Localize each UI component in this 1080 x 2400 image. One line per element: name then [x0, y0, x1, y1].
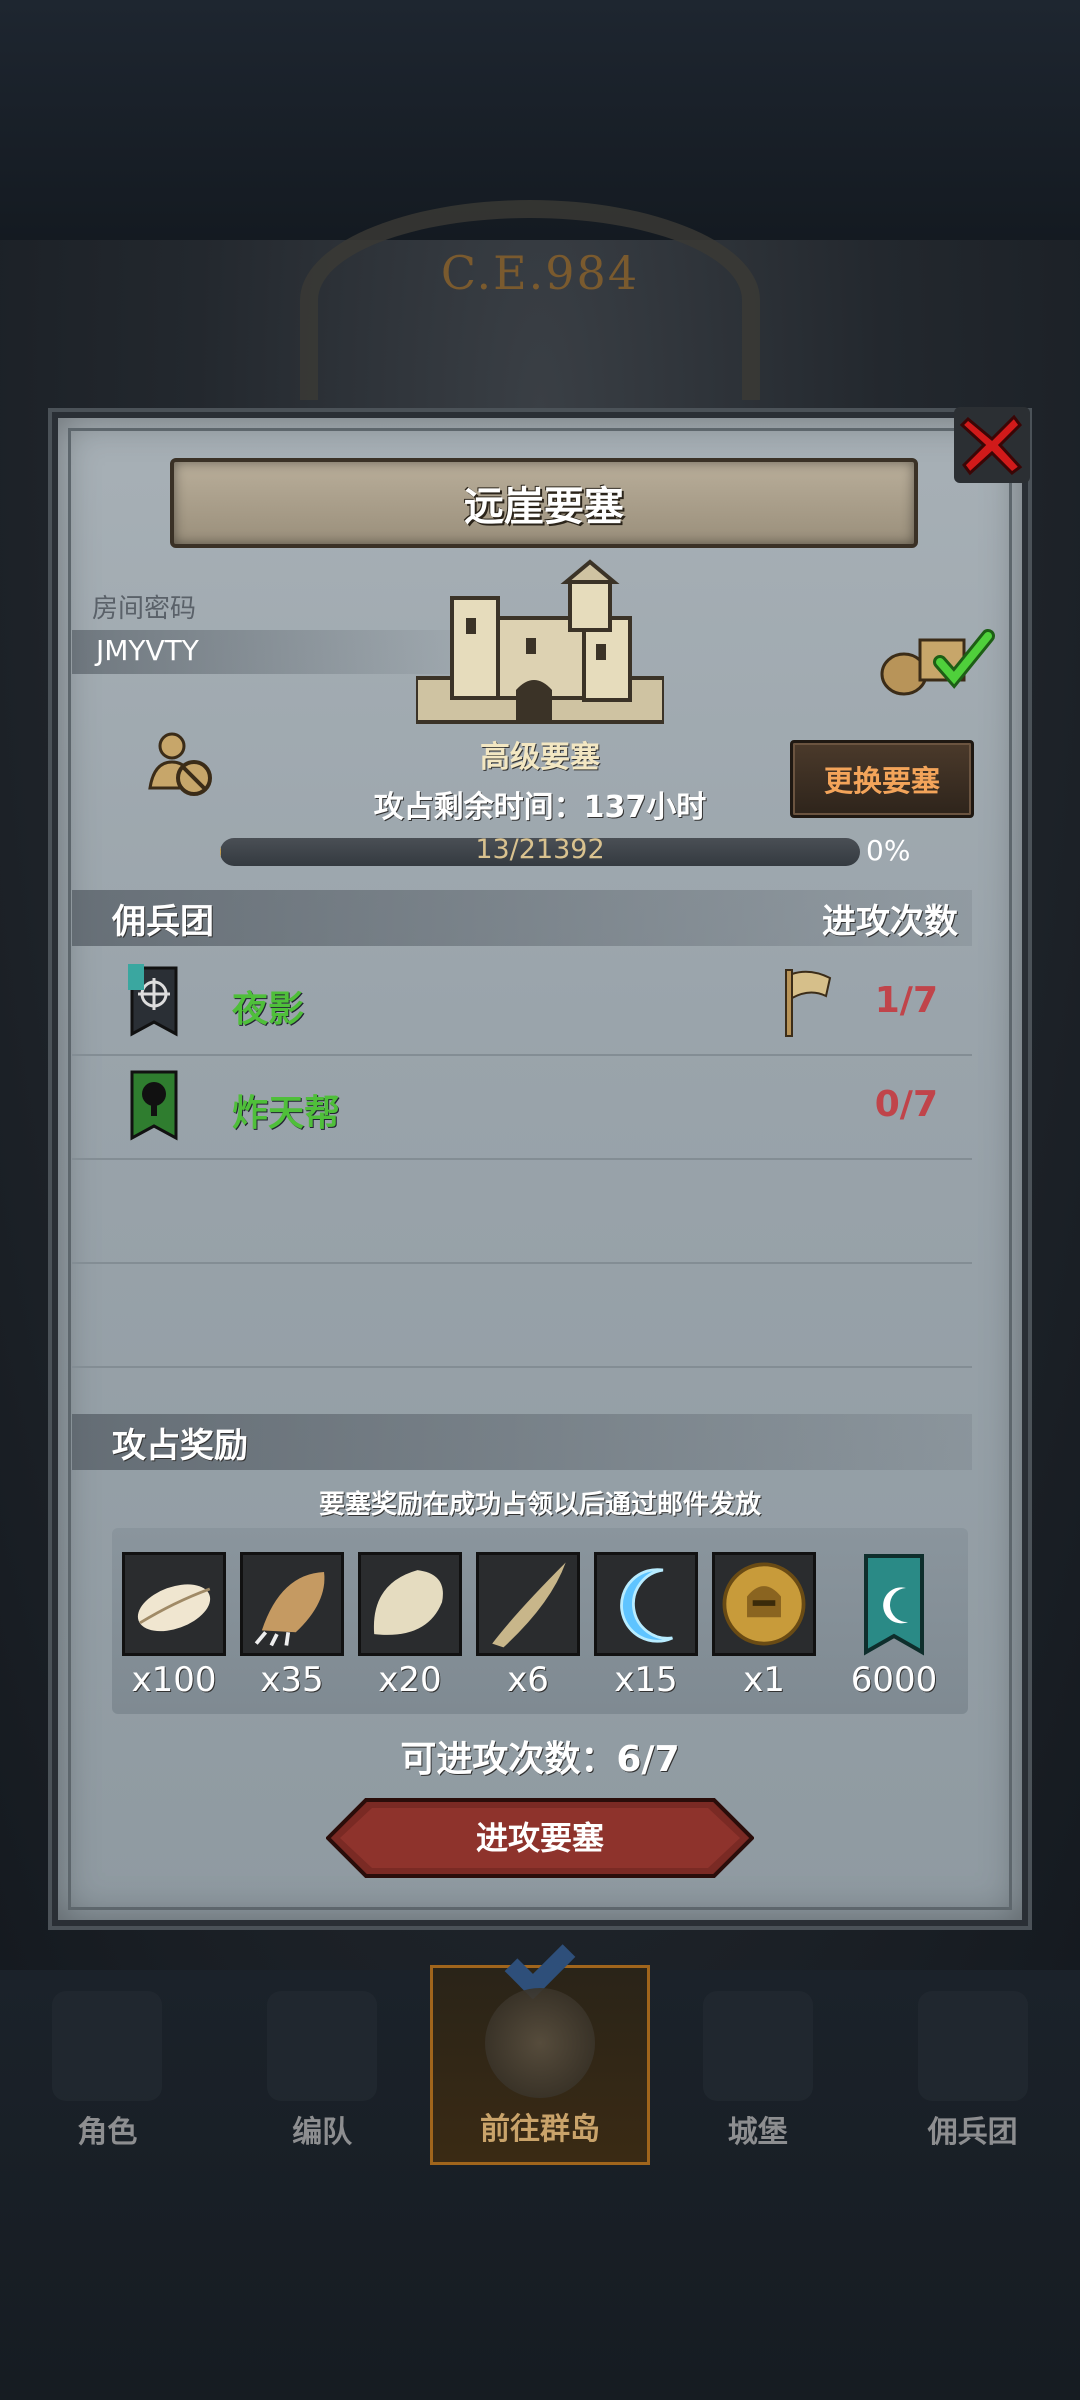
room-code: JMYVTY: [96, 634, 199, 667]
castle-icon: [702, 1991, 813, 2101]
remaining-attempts: 可进攻次数：6/7: [400, 1739, 680, 1780]
compass-banner-icon: [128, 964, 178, 1037]
blue-crescent-icon: [620, 1568, 673, 1643]
nav-label: 城堡: [727, 2115, 788, 2150]
reward-item[interactable]: x35: [238, 1552, 346, 1700]
room-password-label: 房间密码: [92, 594, 197, 624]
mercenary-name: 夜影: [232, 989, 305, 1030]
knight-icon: [52, 1991, 163, 2101]
close-button[interactable]: [952, 405, 1032, 485]
nav-item-castle[interactable]: 城堡: [650, 1965, 865, 2165]
reward-item[interactable]: 6000: [840, 1552, 948, 1700]
nav-item-islands[interactable]: 前往群岛: [429, 1928, 651, 2165]
claw-icon: [254, 1571, 325, 1647]
reward-item[interactable]: x20: [356, 1552, 464, 1700]
fortress-castle-icon: [416, 559, 664, 724]
attack-count: 0/7: [874, 1084, 938, 1125]
reward-qty: x6: [507, 1660, 549, 1700]
empty-mercenary-row: [72, 1158, 972, 1264]
reward-qty: x1: [743, 1660, 785, 1700]
feather-icon: [137, 1584, 211, 1632]
flag-icon: [785, 969, 832, 1037]
mercenary-row[interactable]: 炸天帮 0/7: [72, 1054, 972, 1160]
fur-icon: [373, 1570, 443, 1635]
gold-helmet-coin-icon: [722, 1562, 806, 1646]
bottom-nav: 角色 编队 前往群岛 城堡 佣兵团: [0, 1928, 1080, 2165]
dialog-title: 远崖要塞: [464, 484, 624, 530]
close-icon: [954, 407, 1030, 483]
nav-label: 佣兵团: [927, 2115, 1018, 2150]
progress-percent: 0%: [866, 834, 911, 867]
reward-item[interactable]: x1: [710, 1552, 818, 1700]
nav-item-formation[interactable]: 编队: [215, 1965, 430, 2165]
progress-text: 13/21392: [475, 834, 605, 865]
reward-qty: x100: [131, 1660, 217, 1700]
mercenary-row[interactable]: 夜影 1/7: [72, 950, 972, 1056]
reward-qty: x15: [614, 1660, 678, 1700]
guild-banner-icon: [864, 1554, 924, 1656]
globe-icon: [484, 1988, 595, 2098]
resource-bag-check-icon: [880, 629, 995, 696]
reward-item[interactable]: x6: [474, 1552, 582, 1700]
reward-qty: 6000: [850, 1660, 938, 1700]
title-plate: 远崖要塞: [170, 458, 918, 548]
nav-label: 角色: [77, 2115, 138, 2150]
reward-qty: x20: [378, 1660, 442, 1700]
horn-icon: [492, 1562, 566, 1648]
nav-label: 编队: [292, 2115, 353, 2150]
nav-item-character[interactable]: 角色: [0, 1965, 215, 2165]
era-dial: [300, 200, 760, 400]
reward-qty: x35: [260, 1660, 324, 1700]
attack-button-label: 进攻要塞: [475, 1819, 604, 1857]
reward-item[interactable]: x15: [592, 1552, 700, 1700]
rewards-note: 要塞奖励在成功占领以后通过邮件发放: [318, 1490, 761, 1520]
helmet-icon: [267, 1991, 378, 2101]
mercenary-icon: [917, 1991, 1028, 2101]
nav-item-mercenary[interactable]: 佣兵团: [865, 1965, 1080, 2165]
change-fortress-button[interactable]: 更换要塞: [790, 740, 974, 818]
reward-item[interactable]: x100: [120, 1552, 228, 1700]
attack-fortress-button[interactable]: 进攻要塞: [326, 1798, 754, 1878]
attack-count: 1/7: [874, 980, 938, 1021]
tree-banner-icon: [130, 1070, 178, 1141]
mercenary-header: 佣兵团: [112, 902, 214, 942]
attacks-header: 进攻次数: [822, 902, 958, 942]
mercenary-name: 炸天帮: [232, 1093, 341, 1134]
rewards-header: 攻占奖励: [112, 1426, 248, 1466]
empty-mercenary-row: [72, 1262, 972, 1368]
nav-label: 前往群岛: [479, 2112, 600, 2147]
era-label: C.E.984: [440, 246, 640, 300]
